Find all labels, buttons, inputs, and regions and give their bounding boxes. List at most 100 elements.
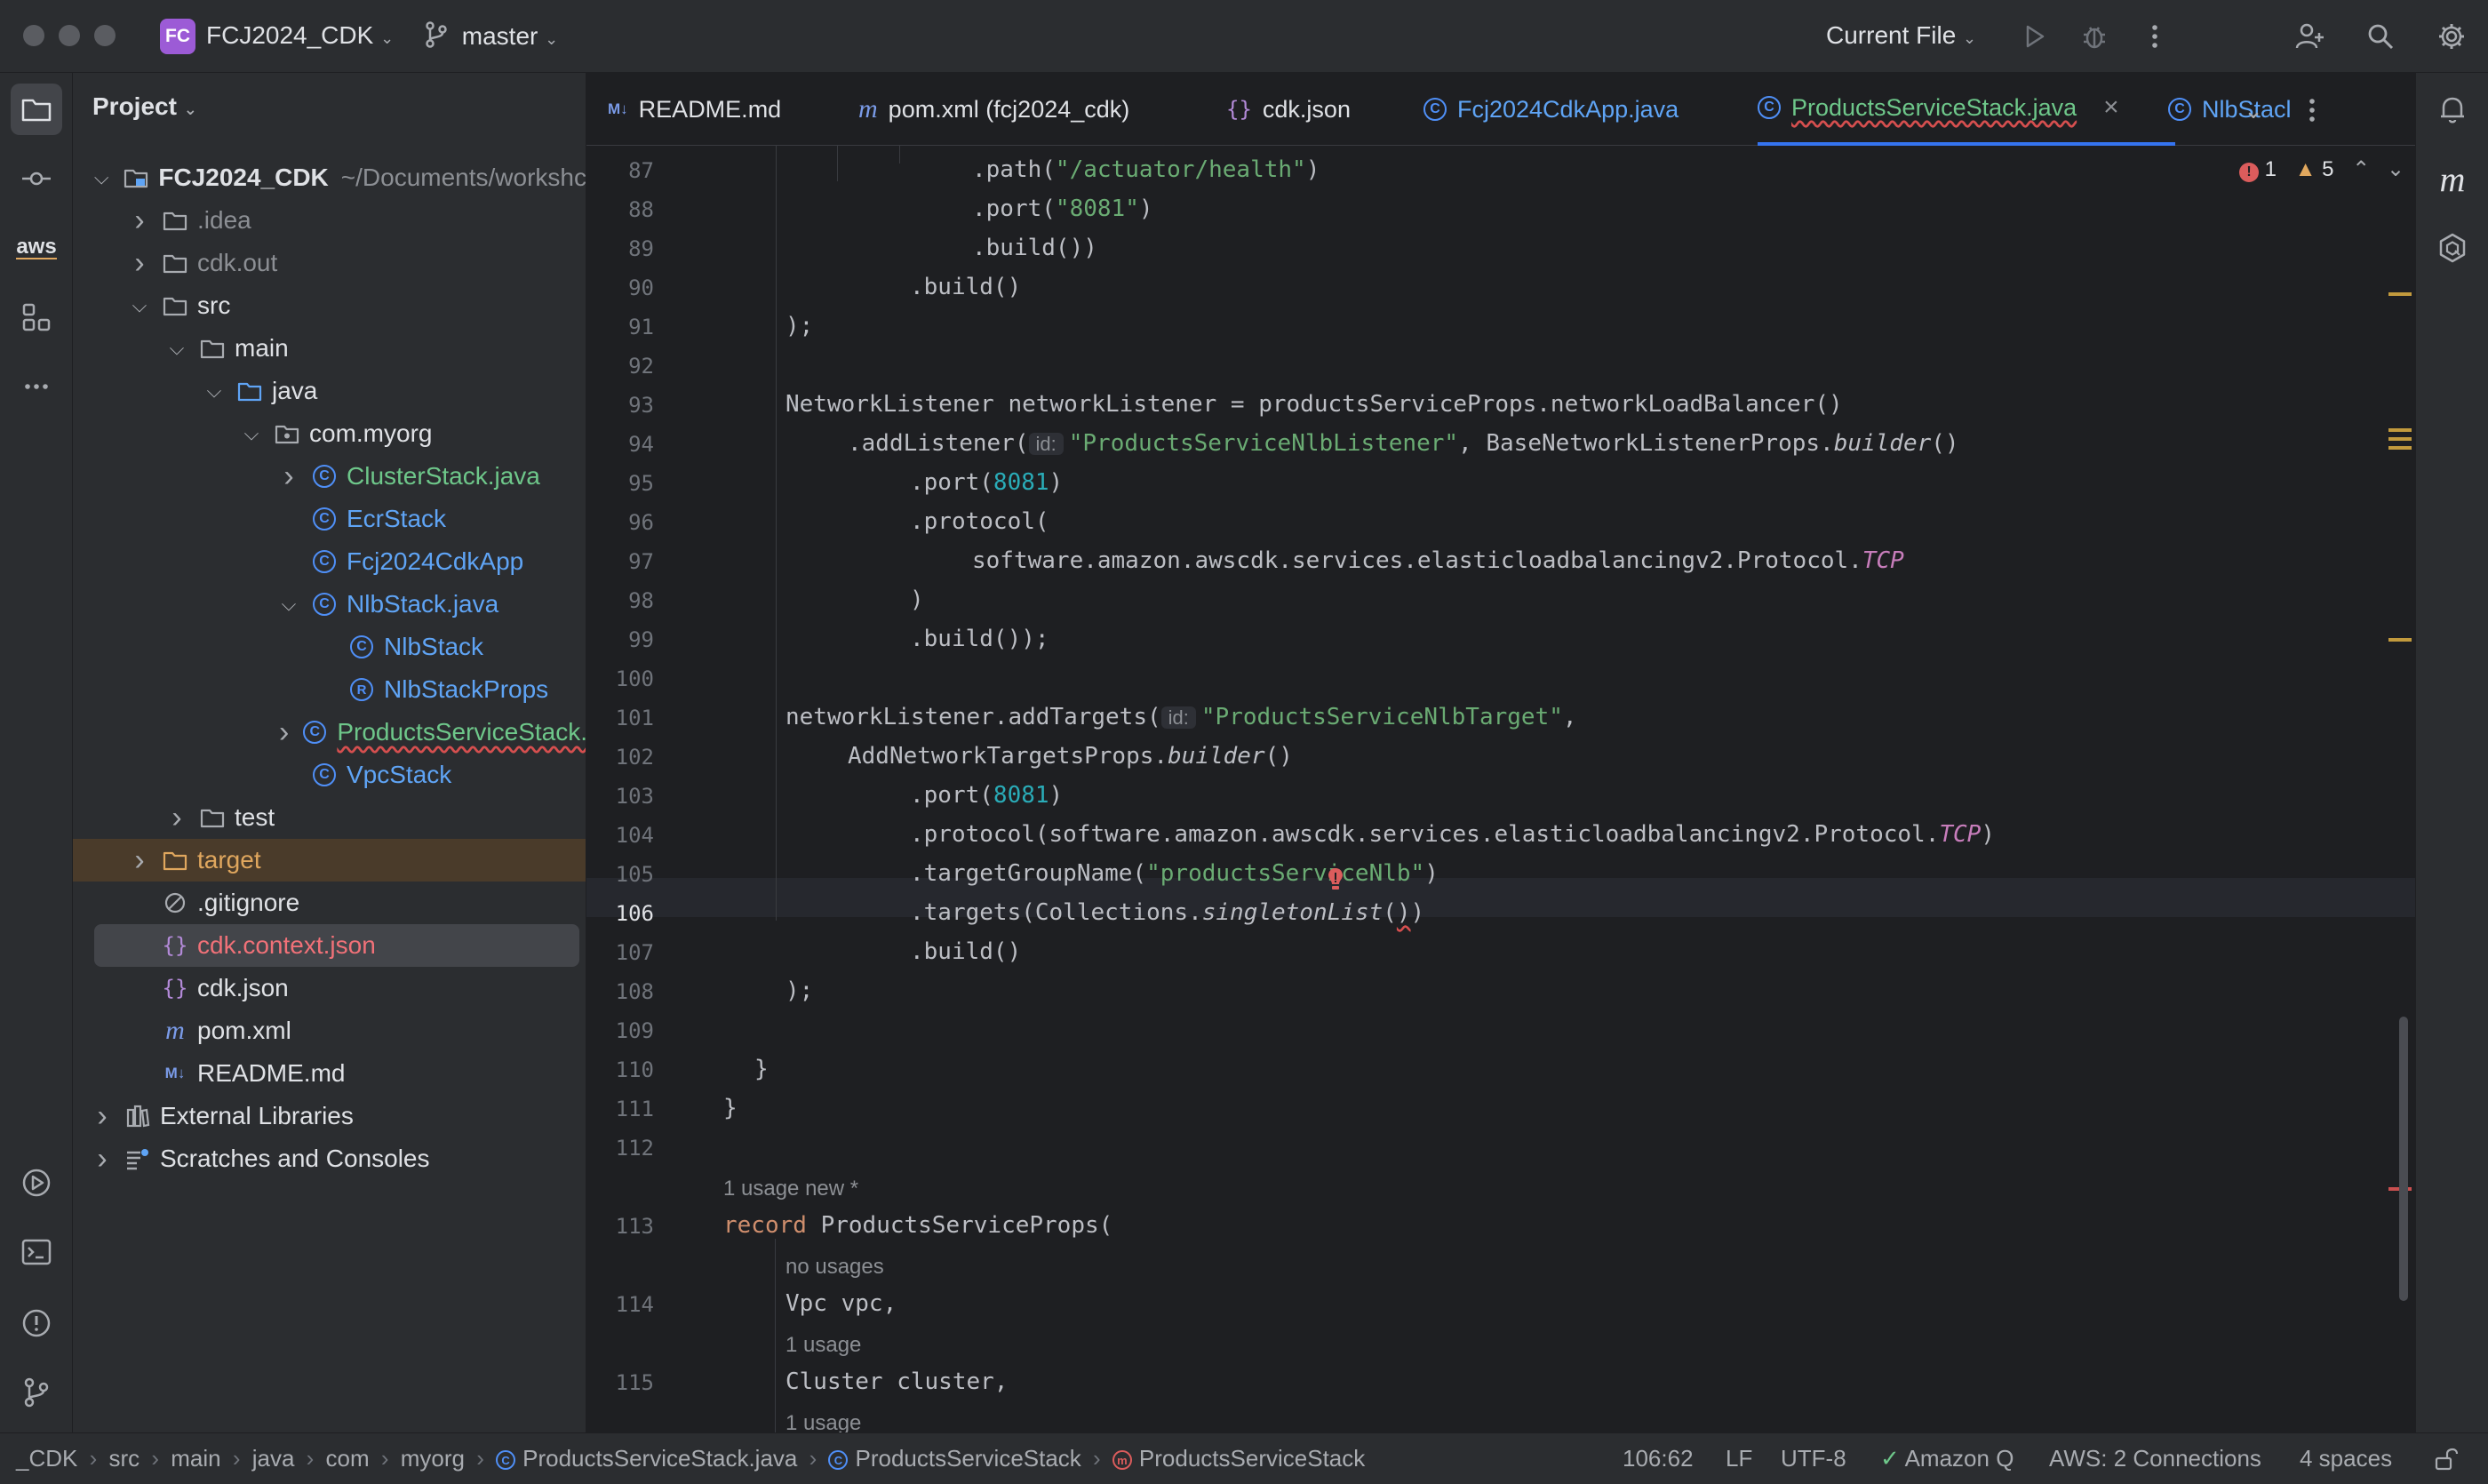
run-button[interactable]	[2015, 18, 2053, 55]
line-number[interactable]: 89	[586, 236, 654, 261]
code-line[interactable]: .targetGroupName("productsServiceNlb")	[910, 860, 1439, 887]
tree-item[interactable]: C NlbStack	[73, 626, 586, 668]
tree-item[interactable]: ⌵ src	[73, 284, 586, 327]
line-number[interactable]: 102	[586, 745, 654, 770]
line-number[interactable]: 104	[586, 823, 654, 848]
tree-item[interactable]: › External Libraries	[73, 1095, 586, 1137]
branch-switcher[interactable]: master ⌄	[425, 21, 558, 54]
tree-item[interactable]: › test	[73, 796, 586, 839]
line-number[interactable]: 100	[586, 666, 654, 691]
tree-item[interactable]: C VpcStack	[73, 754, 586, 796]
line-number[interactable]: 112	[586, 1136, 654, 1161]
tree-item[interactable]: C Fcj2024CdkApp	[73, 540, 586, 583]
line-number[interactable]: 107	[586, 940, 654, 965]
tab-list-button[interactable]: ⌄	[2236, 92, 2271, 128]
window-maximize-button[interactable]	[94, 25, 116, 46]
tree-item[interactable]: {} cdk.json	[73, 967, 586, 1009]
code-line[interactable]: }	[723, 1095, 738, 1121]
code-line[interactable]: record ProductsServiceProps(	[723, 1212, 1112, 1239]
breadcrumb-item[interactable]: _CDK	[16, 1445, 77, 1472]
code-line[interactable]: .build()	[910, 274, 1021, 300]
tab-options-button[interactable]	[2294, 92, 2330, 128]
inspections-widget[interactable]: ! 1 ▲ 5 ⌃ ⌄	[2239, 156, 2404, 182]
warning-marker[interactable]	[2388, 437, 2412, 441]
chevron-right-icon[interactable]: ›	[92, 1142, 112, 1177]
code-line[interactable]: .addListener(id: "ProductsServiceNlbListe…	[848, 430, 1959, 457]
notifications-button[interactable]	[2427, 84, 2478, 135]
warning-marker[interactable]	[2388, 292, 2412, 296]
chevron-down-icon[interactable]: ⌵	[204, 379, 224, 403]
code-line[interactable]: Vpc vpc,	[785, 1290, 897, 1317]
line-number[interactable]: 113	[586, 1214, 654, 1239]
code-line[interactable]: );	[785, 313, 813, 339]
breadcrumb-item[interactable]: myorg	[401, 1445, 465, 1472]
code-line[interactable]: .port(8081)	[910, 782, 1063, 809]
breadcrumb-item[interactable]: ProductsServiceStack.java	[522, 1445, 797, 1472]
caret-position[interactable]: 106:62	[1623, 1445, 1694, 1472]
tree-item[interactable]: › target	[73, 839, 586, 882]
warning-marker[interactable]	[2388, 428, 2412, 432]
line-number[interactable]: 103	[586, 784, 654, 809]
line-number[interactable]: 87	[586, 158, 654, 183]
code-line[interactable]: )	[910, 586, 924, 613]
tree-item[interactable]: › .idea	[73, 199, 586, 242]
tree-item[interactable]: ⌵ com.myorg	[73, 412, 586, 455]
tree-item[interactable]: ⌵ C NlbStack.java	[73, 583, 586, 626]
code-line[interactable]: }	[754, 1056, 769, 1082]
file-encoding[interactable]: UTF-8	[1781, 1445, 1846, 1472]
read-only-toggle[interactable]	[2433, 1446, 2460, 1472]
code-line[interactable]: .build());	[910, 626, 1049, 652]
line-number[interactable]: 111	[586, 1097, 654, 1121]
code-line[interactable]: AddNetworkTargetsProps.builder()	[848, 743, 1293, 770]
line-number[interactable]: 91	[586, 315, 654, 339]
code-line[interactable]: .protocol(software.amazon.awscdk.service…	[910, 821, 1995, 848]
line-number[interactable]: 92	[586, 354, 654, 379]
line-number[interactable]: 98	[586, 588, 654, 613]
debug-button[interactable]	[2076, 18, 2113, 55]
editor-tab[interactable]: C Fcj2024CdkApp.java	[1423, 73, 1726, 146]
tree-item[interactable]: ⌵ java	[73, 370, 586, 412]
line-number[interactable]: 96	[586, 510, 654, 535]
line-number[interactable]: 108	[586, 979, 654, 1004]
tree-item[interactable]: › Scratches and Consoles	[73, 1137, 586, 1180]
run-configuration-selector[interactable]: Current File ⌄	[1826, 21, 1976, 50]
line-number[interactable]: 105	[586, 862, 654, 887]
breadcrumb-item[interactable]: ProductsServiceStack	[1139, 1445, 1365, 1472]
line-separator[interactable]: LF	[1726, 1445, 1752, 1472]
chevron-right-icon[interactable]: ›	[130, 843, 149, 878]
breadcrumb-item[interactable]: java	[252, 1445, 295, 1472]
chevron-down-icon[interactable]: ⌵	[279, 593, 299, 616]
chevron-down-icon[interactable]: ⌵	[242, 422, 261, 445]
tree-item[interactable]: › C ClusterStack.java	[73, 455, 586, 498]
line-number[interactable]: 110	[586, 1057, 654, 1082]
line-number[interactable]: 95	[586, 471, 654, 496]
code-vision-hint[interactable]: 1 usage	[785, 1333, 861, 1358]
chevron-down-icon[interactable]: ⌵	[130, 294, 149, 317]
warning-marker[interactable]	[2388, 446, 2412, 450]
code-line[interactable]: );	[785, 977, 813, 1004]
code-vision-hint[interactable]: 1 usage new *	[723, 1177, 858, 1201]
next-problem-icon[interactable]: ⌄	[2387, 157, 2404, 181]
tree-item[interactable]: M↓ README.md	[73, 1052, 586, 1095]
amazon-q-button[interactable]	[2427, 222, 2478, 274]
structure-tool-button[interactable]	[11, 291, 62, 343]
tree-item[interactable]: R NlbStackProps	[73, 668, 586, 711]
project-panel-title[interactable]: Project ⌄	[92, 92, 197, 121]
tree-item[interactable]: {} cdk.context.json	[94, 924, 579, 967]
warning-marker[interactable]	[2388, 638, 2412, 642]
breadcrumb-item[interactable]: src	[108, 1445, 140, 1472]
indent-settings[interactable]: 4 spaces	[2300, 1445, 2392, 1472]
line-number[interactable]: 94	[586, 432, 654, 457]
project-tool-button[interactable]	[11, 84, 62, 135]
run-tool-button[interactable]	[11, 1157, 62, 1209]
code-line[interactable]: networkListener.addTargets(id: "ProductsS…	[785, 704, 1577, 730]
tree-item[interactable]: ⌵ FCJ2024_CDK ~/Documents/workshc	[73, 156, 586, 199]
breadcrumb-item[interactable]: ProductsServiceStack	[855, 1445, 1081, 1472]
aws-connections[interactable]: AWS: 2 Connections	[2049, 1445, 2261, 1472]
code-line[interactable]: NetworkListener networkListener = produc…	[785, 391, 1843, 418]
line-number[interactable]: 114	[586, 1292, 654, 1317]
commit-tool-button[interactable]	[11, 153, 62, 204]
code-line[interactable]: .port("8081")	[972, 195, 1153, 222]
tree-item[interactable]: › cdk.out	[73, 242, 586, 284]
chevron-down-icon[interactable]: ⌵	[167, 337, 187, 360]
